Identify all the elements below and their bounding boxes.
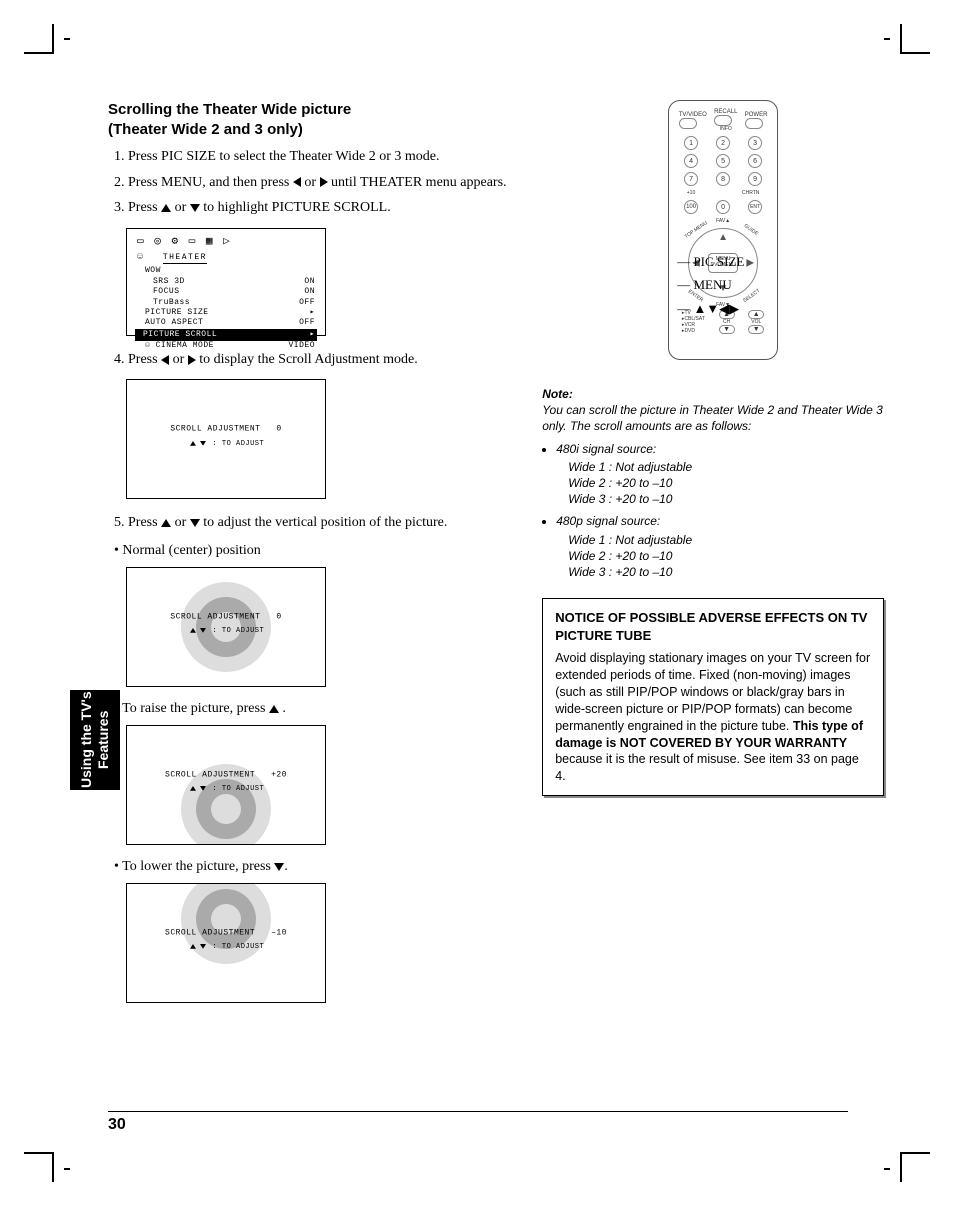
osd-scroll-0: SCROLL ADJUSTMENT 0 : TO ADJUST — [126, 379, 326, 499]
steps-list: Press PIC SIZE to select the Theater Wid… — [108, 147, 518, 218]
step-5: Press or to adjust the vertical position… — [128, 513, 518, 533]
triangle-right-icon — [320, 177, 328, 187]
page-number: 30 — [108, 1111, 848, 1134]
remote-btn-8: 8 — [716, 172, 730, 186]
triangle-down-icon — [190, 519, 200, 527]
remote-btn-recall — [714, 115, 732, 126]
remote-btn-tvvideo — [679, 118, 697, 129]
osd-row-wow: WOW — [137, 266, 315, 276]
osd-theater-menu: ▭ ◎ ⚙ ▭ ▦ ▷ ☺ THEATER WOW SRS 3DON FOCUS… — [126, 228, 326, 336]
callout-menu: — MENU — [677, 273, 744, 296]
osd-tab-theater: THEATER — [163, 253, 207, 264]
triangle-left-icon — [293, 177, 301, 187]
notice-box: NOTICE OF POSSIBLE ADVERSE EFFECTS ON TV… — [542, 598, 884, 796]
title-line-1: Scrolling the Theater Wide picture — [108, 101, 351, 118]
remote-btn-4: 4 — [684, 154, 698, 168]
triangle-down-icon — [274, 863, 284, 871]
remote-btn-5: 5 — [716, 154, 730, 168]
osd-scroll-lower: SCROLL ADJUSTMENT –10 : TO ADJUST — [126, 883, 326, 1003]
section-title: Scrolling the Theater Wide picture (Thea… — [108, 100, 518, 139]
note-480i-w3: Wide 3 : +20 to –10 — [568, 491, 884, 507]
note-src-480i: 480i signal source: Wide 1 : Not adjusta… — [556, 441, 884, 508]
remote-btn-ent: ENT — [748, 200, 762, 214]
triangle-down-icon — [200, 786, 206, 791]
osd-row-picsize: PICTURE SIZE▸ — [137, 308, 315, 318]
note-src-480p: 480p signal source: Wide 1 : Not adjusta… — [556, 513, 884, 580]
osd-row-trubass: TruBassOFF — [137, 298, 315, 308]
note-block: Note: You can scroll the picture in Thea… — [542, 386, 884, 580]
triangle-down-icon — [200, 628, 206, 633]
triangle-down-icon — [190, 204, 200, 212]
remote-illustration: TV/VIDEO RECALLINFO POWER 1 2 3 4 5 6 — [668, 100, 778, 360]
remote-btn-1: 1 — [684, 136, 698, 150]
remote-btn-9: 9 — [748, 172, 762, 186]
remote-btn-3: 3 — [748, 136, 762, 150]
note-480i-w2: Wide 2 : +20 to –10 — [568, 475, 884, 491]
steps-list-3: Press or to adjust the vertical position… — [108, 513, 518, 533]
osd-row-autoaspect: AUTO ASPECTOFF — [137, 318, 315, 328]
bullet-lower: • To lower the picture, press . — [114, 859, 518, 875]
remote-btn-6: 6 — [748, 154, 762, 168]
triangle-up-icon — [190, 944, 196, 949]
nav-up-icon: ▲ — [718, 232, 728, 243]
notice-body-2: because it is the result of misuse. See … — [555, 752, 859, 783]
callout-arrows: — ▲▼◀▶ — [677, 297, 744, 320]
osd-scroll-raise: SCROLL ADJUSTMENT +20 : TO ADJUST — [126, 725, 326, 845]
remote-btn-power — [745, 118, 763, 129]
remote-btn-100: 100 — [684, 200, 698, 214]
triangle-up-icon — [269, 705, 279, 713]
remote-btn-7: 7 — [684, 172, 698, 186]
remote-btn-ch-dn: ▼ — [719, 325, 735, 334]
bullet-normal: • Normal (center) position — [114, 543, 518, 559]
triangle-left-icon — [161, 355, 169, 365]
notice-title: NOTICE OF POSSIBLE ADVERSE EFFECTS ON TV… — [555, 609, 871, 644]
remote-btn-0: 0 — [716, 200, 730, 214]
triangle-up-icon — [190, 441, 196, 446]
remote-label-favup: FAV▲ — [675, 218, 771, 224]
osd-row-srs3d: SRS 3DON — [137, 277, 315, 287]
note-480i-w1: Wide 1 : Not adjustable — [568, 459, 884, 475]
remote-btn-2: 2 — [716, 136, 730, 150]
triangle-down-icon — [200, 944, 206, 949]
osd-row-focus: FOCUSON — [137, 287, 315, 297]
note-title: Note: — [542, 386, 884, 402]
callouts: — PIC SIZE — MENU — ▲▼◀▶ — [677, 250, 744, 320]
side-tab: Using the TV's Features — [70, 690, 120, 790]
remote-label-tvvideo: TV/VIDEO — [679, 112, 707, 118]
note-480p-w3: Wide 3 : +20 to –10 — [568, 564, 884, 580]
note-intro: You can scroll the picture in Theater Wi… — [542, 402, 884, 434]
osd-row-cinema: ☺ CINEMA MODEVIDEO — [137, 341, 315, 351]
step-3: Press or to highlight PICTURE SCROLL. — [128, 198, 518, 218]
callout-picsize: — PIC SIZE — [677, 250, 744, 273]
triangle-up-icon — [161, 204, 171, 212]
bullet-raise: • To raise the picture, press . — [114, 701, 518, 717]
triangle-up-icon — [161, 519, 171, 527]
target-circle-inner — [211, 794, 241, 824]
nav-right-icon: ▶ — [746, 258, 754, 269]
step-1: Press PIC SIZE to select the Theater Wid… — [128, 147, 518, 167]
triangle-up-icon — [190, 786, 196, 791]
triangle-right-icon — [188, 355, 196, 365]
title-line-2: (Theater Wide 2 and 3 only) — [108, 121, 303, 138]
osd-top-icons: ▭ ◎ ⚙ ▭ ▦ ▷ — [137, 235, 315, 249]
remote-btn-vol-up: ▲ — [748, 310, 764, 319]
note-480p-w1: Wide 1 : Not adjustable — [568, 532, 884, 548]
osd-scroll-normal: SCROLL ADJUSTMENT 0 : TO ADJUST — [126, 567, 326, 687]
step-2: Press MENU, and then press or until THEA… — [128, 173, 518, 193]
steps-list-2: Press or to display the Scroll Adjustmen… — [108, 350, 518, 370]
remote-label-power: POWER — [745, 112, 768, 118]
triangle-up-icon — [190, 628, 196, 633]
note-480p-w2: Wide 2 : +20 to –10 — [568, 548, 884, 564]
step-4: Press or to display the Scroll Adjustmen… — [128, 350, 518, 370]
triangle-down-icon — [200, 441, 206, 446]
remote-btn-vol-dn: ▼ — [748, 325, 764, 334]
osd-row-picscroll: PICTURE SCROLL▸ — [135, 329, 317, 341]
remote-label-recall: RECALL — [714, 109, 737, 115]
